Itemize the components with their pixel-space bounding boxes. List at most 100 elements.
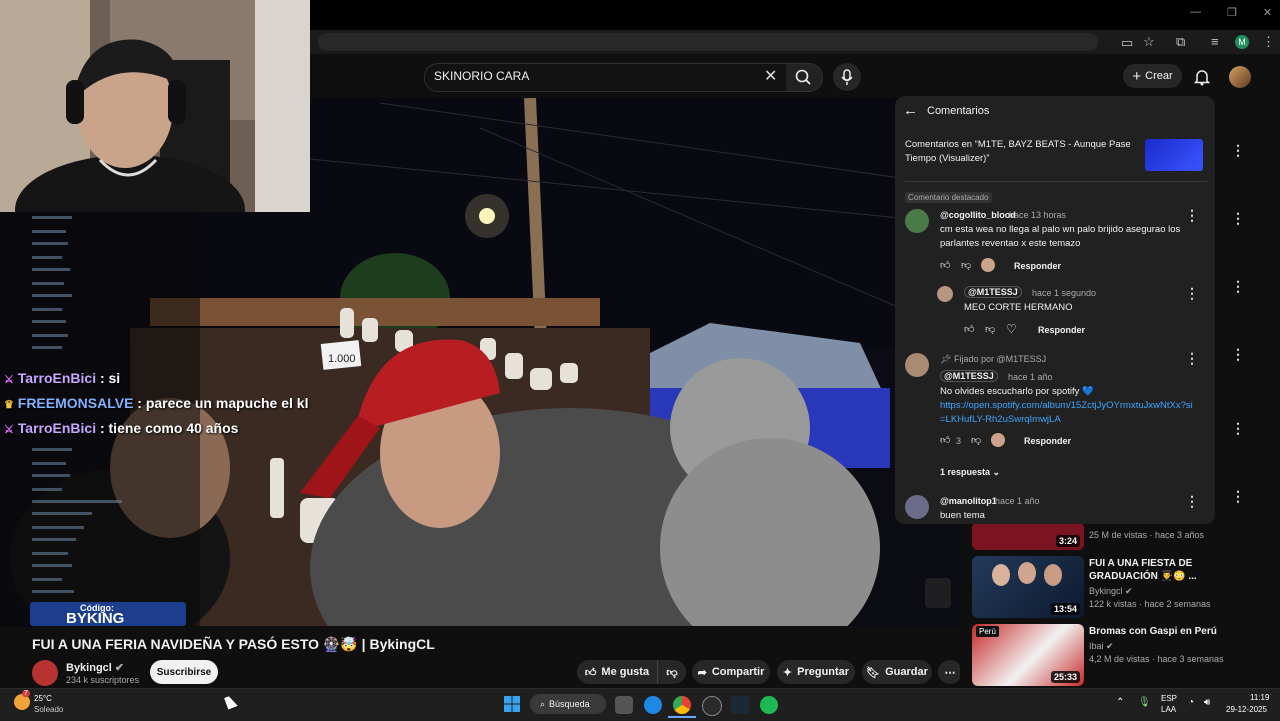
url-field[interactable] <box>318 33 1098 51</box>
thumbs-up-icon[interactable]: 👍︎ <box>964 323 974 335</box>
promo-code: BYKING <box>66 610 125 627</box>
reply-button[interactable]: Responder <box>1038 325 1085 335</box>
ask-button[interactable]: ✦ Preguntar <box>777 660 855 684</box>
close-icon[interactable]: ✕ <box>1263 6 1272 19</box>
weather-temperature[interactable]: 25°C <box>34 694 52 703</box>
notifications-bell-icon[interactable] <box>1194 68 1210 86</box>
recommendation-item[interactable]: 3:24 <box>972 522 1084 550</box>
comment-author[interactable]: @M1TESSJ <box>940 370 998 382</box>
chat-message: ⚔ TarroEnBici : tiene como 40 años <box>4 420 238 436</box>
clock-time[interactable]: 11:19 <box>1250 693 1269 702</box>
comment-menu-icon[interactable]: ⋮ <box>1185 207 1199 224</box>
clear-search-icon[interactable]: ✕ <box>764 66 777 86</box>
recommendation-item[interactable]: 13:54 <box>972 556 1084 618</box>
comment-author[interactable]: @M1TESSJ <box>964 286 1022 298</box>
chat-username: TarroEnBici <box>17 420 97 436</box>
rec-menu-icon[interactable]: ⋮ <box>1231 420 1245 437</box>
comment-menu-icon[interactable]: ⋮ <box>1185 493 1199 510</box>
heart-icon[interactable]: ♡ <box>1006 322 1017 336</box>
comment-menu-icon[interactable]: ⋮ <box>1185 285 1199 302</box>
rec-menu-icon[interactable]: ⋮ <box>1231 488 1245 505</box>
like-button[interactable]: 👍︎ Me gusta <box>577 660 657 684</box>
extensions-icon[interactable]: ⧉ <box>1176 34 1185 50</box>
create-button[interactable]: + Crear <box>1123 64 1182 88</box>
minimize-icon[interactable]: — <box>1190 6 1201 19</box>
thumbs-down-icon[interactable]: 👎︎ <box>985 323 995 335</box>
comment-menu-icon[interactable]: ⋮ <box>1185 350 1199 367</box>
back-arrow-icon[interactable]: ← <box>903 102 918 119</box>
more-actions-button[interactable]: ⋯ <box>938 660 962 684</box>
channel-name[interactable]: Bykingcl ✔ <box>66 661 124 674</box>
save-button[interactable]: 🔖︎ Guardar <box>862 660 932 684</box>
commenter-avatar[interactable] <box>905 209 929 233</box>
rec-title[interactable]: Bromas con Gaspi en Perú <box>1089 625 1229 638</box>
rec-menu-icon[interactable]: ⋮ <box>1231 142 1245 159</box>
subscribe-button[interactable]: Suscribirse <box>150 660 218 684</box>
thumbs-down-icon[interactable]: 👎︎ <box>971 434 981 446</box>
rec-thumbnail[interactable]: Perú 25:33 <box>972 624 1084 686</box>
context-video-thumbnail[interactable] <box>1145 139 1203 171</box>
steam-icon[interactable] <box>731 696 749 714</box>
comments-panel-title: Comentarios <box>927 105 990 117</box>
bookmark-star-icon[interactable]: ☆ <box>1143 34 1155 50</box>
spotify-link[interactable]: https://open.spotify.com/album/15ZctjJyO… <box>940 399 1195 427</box>
commenter-avatar[interactable] <box>937 286 953 302</box>
rec-thumbnail[interactable]: 13:54 <box>972 556 1084 618</box>
pin-icon: 📌︎ <box>940 354 952 364</box>
comment-author[interactable]: @manolitop1 <box>940 496 997 506</box>
rec-meta: 4,2 M de vistas · hace 3 semanas <box>1089 654 1224 664</box>
rec-meta: 122 k vistas · hace 2 semanas <box>1089 599 1211 609</box>
language-indicator[interactable]: ESP <box>1161 694 1177 703</box>
chrome-browser-icon[interactable] <box>673 696 691 714</box>
taskbar-search[interactable]: ⌕ Búsqueda <box>530 694 606 714</box>
cast-icon[interactable]: ▭ <box>1121 35 1133 51</box>
volume-icon[interactable]: 🔊︎ <box>1204 697 1210 708</box>
microphone-icon[interactable]: 🎙︎ <box>1138 697 1151 708</box>
rec-thumbnail[interactable]: 3:24 <box>972 522 1084 550</box>
rec-menu-icon[interactable]: ⋮ <box>1231 210 1245 227</box>
chevron-down-icon: ⌄ <box>992 467 1001 477</box>
commenter-avatar[interactable] <box>905 353 929 377</box>
thumbs-down-icon[interactable]: 👎︎ <box>961 259 971 271</box>
voice-search-button[interactable] <box>833 63 861 91</box>
reply-button[interactable]: Responder <box>1024 436 1071 446</box>
rec-menu-icon[interactable]: ⋮ <box>1231 278 1245 295</box>
obs-icon[interactable] <box>702 696 722 716</box>
rec-channel[interactable]: Bykingcl ✔ <box>1089 586 1133 597</box>
channel-avatar[interactable] <box>32 660 58 686</box>
spotify-icon[interactable] <box>760 696 778 714</box>
browser-profile-avatar[interactable]: M <box>1235 35 1249 49</box>
show-hidden-icons-chevron[interactable]: ⌃ <box>1116 697 1124 708</box>
edge-browser-icon[interactable] <box>644 696 662 714</box>
more-horizontal-icon: ⋯ <box>944 666 956 679</box>
rec-title[interactable]: FUI A UNA FIESTA DE GRADUACIÓN 👨‍🎓😳 ... <box>1089 557 1219 583</box>
comment-author[interactable]: @cogollito_blood <box>940 210 1016 220</box>
windows-start-icon[interactable] <box>504 696 520 712</box>
thumbs-up-icon[interactable]: 👍︎ <box>940 259 950 271</box>
search-button[interactable] <box>786 63 823 92</box>
account-avatar[interactable] <box>1229 66 1251 88</box>
rec-menu-icon[interactable]: ⋮ <box>1231 346 1245 363</box>
media-icon[interactable]: ≡ <box>1211 34 1219 49</box>
show-replies-button[interactable]: 1 respuesta ⌄ <box>940 467 1000 478</box>
windows-taskbar <box>0 688 1280 721</box>
video-title: FUI A UNA FERIA NAVIDEÑA Y PASÓ ESTO 🎡🤯 … <box>32 636 435 652</box>
maximize-icon[interactable]: ❐ <box>1227 6 1237 19</box>
share-button[interactable]: ➦ Compartir <box>692 660 770 684</box>
task-view-icon[interactable] <box>615 696 633 714</box>
like-label: Me gusta <box>601 666 650 678</box>
subscriber-count: 234 k suscriptores <box>66 675 140 685</box>
wifi-icon[interactable]: ◔ <box>1188 697 1194 708</box>
dislike-button[interactable]: 👎︎ <box>657 660 686 684</box>
chat-lines-blur <box>32 216 122 593</box>
search-query: SKINORIO CARA <box>434 69 530 83</box>
comment-text: buen tema <box>940 510 985 521</box>
reply-button[interactable]: Responder <box>1014 261 1061 271</box>
recommendation-item[interactable]: Perú 25:33 <box>972 624 1084 686</box>
browser-menu-icon[interactable]: ⋮ <box>1262 34 1275 50</box>
commenter-avatar[interactable] <box>905 495 929 519</box>
rec-channel[interactable]: Ibai ✔ <box>1089 641 1114 652</box>
search-icon <box>795 69 811 85</box>
thumbs-up-icon[interactable]: 👍︎ <box>940 434 950 446</box>
rec-badge: Perú <box>976 626 999 637</box>
